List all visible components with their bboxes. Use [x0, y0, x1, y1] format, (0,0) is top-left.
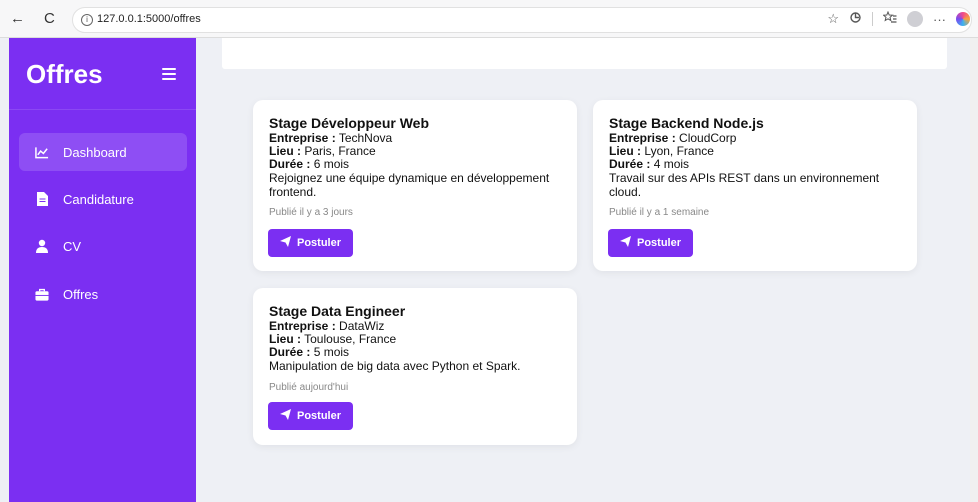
user-icon [35, 239, 49, 253]
offer-description: Manipulation de big data avec Python et … [269, 359, 521, 373]
sidebar-item-label: Candidature [63, 191, 134, 207]
sidebar-item-cv[interactable]: CV [19, 227, 187, 265]
briefcase-icon [35, 287, 49, 301]
apply-button[interactable]: Postuler [608, 229, 694, 257]
apply-button[interactable]: Postuler [268, 229, 354, 257]
file-icon [35, 192, 49, 206]
offer-description: Rejoignez une équipe dynamique en dévelo… [269, 171, 550, 199]
paper-plane-icon [620, 236, 631, 250]
sidebar-item-label: Offres [63, 286, 99, 302]
sidebar-item-label: Dashboard [63, 144, 127, 160]
sidebar: Offres Dashboard Candidature CV Offres [9, 38, 196, 502]
copilot-icon[interactable] [956, 12, 970, 26]
url-text: 127.0.0.1:5000/offres [97, 13, 201, 25]
offer-title: Stage Backend Node.js [609, 115, 764, 131]
apply-button-label: Postuler [297, 410, 342, 422]
offer-duration: Durée : 5 mois [269, 345, 350, 359]
offer-title: Stage Développeur Web [269, 115, 430, 131]
more-options-icon[interactable]: ··· [933, 12, 946, 27]
sidebar-item-dashboard[interactable]: Dashboard [19, 133, 187, 171]
back-icon[interactable]: ← [10, 11, 25, 27]
browser-toolbar: ← C i 127.0.0.1:5000/offres ☆ ··· [0, 0, 978, 38]
apply-button[interactable]: Postuler [268, 402, 354, 430]
site-info-icon[interactable]: i [81, 14, 93, 26]
sidebar-item-label: CV [63, 238, 82, 254]
offer-duration: Durée : 6 mois [269, 157, 350, 171]
offer-card: Stage Data Engineer Entreprise : DataWiz… [253, 288, 577, 445]
paper-plane-icon [280, 409, 291, 423]
offer-published-date: Publié aujourd'hui [269, 381, 349, 393]
main-header [222, 38, 947, 69]
favorite-star-icon[interactable]: ☆ [827, 11, 839, 27]
offer-duration: Durée : 4 mois [609, 157, 690, 171]
offer-published-date: Publié il y a 3 jours [269, 207, 353, 218]
refresh-icon[interactable]: C [44, 11, 55, 27]
toolbar-divider [872, 12, 873, 26]
sidebar-item-offres[interactable]: Offres [19, 275, 187, 313]
hamburger-menu-icon[interactable] [162, 68, 176, 80]
sidebar-header: Offres [9, 38, 196, 110]
apply-button-label: Postuler [297, 237, 342, 249]
profile-avatar-icon[interactable] [907, 11, 923, 27]
sidebar-item-candidature[interactable]: Candidature [19, 180, 187, 218]
offer-card: Stage Développeur Web Entreprise : TechN… [253, 100, 577, 271]
page-scrollbar[interactable] [970, 38, 978, 502]
offer-card: Stage Backend Node.js Entreprise : Cloud… [593, 100, 917, 271]
chart-line-icon [35, 145, 49, 159]
paper-plane-icon [280, 236, 291, 250]
favorites-icon[interactable] [882, 10, 897, 27]
sidebar-title: Offres [26, 59, 103, 89]
extensions-icon[interactable] [849, 11, 862, 27]
apply-button-label: Postuler [637, 237, 682, 249]
offer-description: Travail sur des APIs REST dans un enviro… [609, 171, 880, 199]
offer-published-date: Publié il y a 1 semaine [609, 207, 710, 218]
offer-title: Stage Data Engineer [269, 303, 406, 319]
